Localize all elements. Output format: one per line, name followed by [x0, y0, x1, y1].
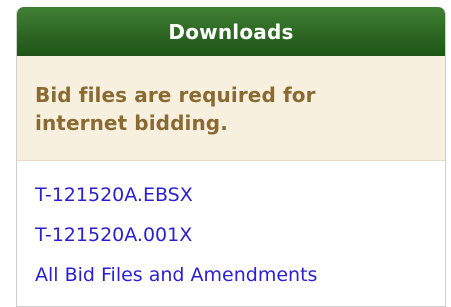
downloads-panel: Downloads Bid files are required for int…: [16, 7, 446, 307]
download-link-all-bid-files-and-amendments[interactable]: All Bid Files and Amendments: [35, 263, 445, 288]
bid-files-notice-line2: internet bidding.: [35, 111, 228, 135]
download-link-001x[interactable]: T-121520A.001X: [35, 223, 445, 248]
download-links-list: T-121520A.EBSX T-121520A.001X All Bid Fi…: [17, 161, 445, 288]
bid-files-notice: Bid files are required for internet bidd…: [17, 56, 445, 161]
download-link-ebsx[interactable]: T-121520A.EBSX: [35, 183, 445, 208]
bid-files-notice-line1: Bid files are required for: [35, 83, 316, 107]
downloads-panel-title: Downloads: [17, 7, 445, 56]
